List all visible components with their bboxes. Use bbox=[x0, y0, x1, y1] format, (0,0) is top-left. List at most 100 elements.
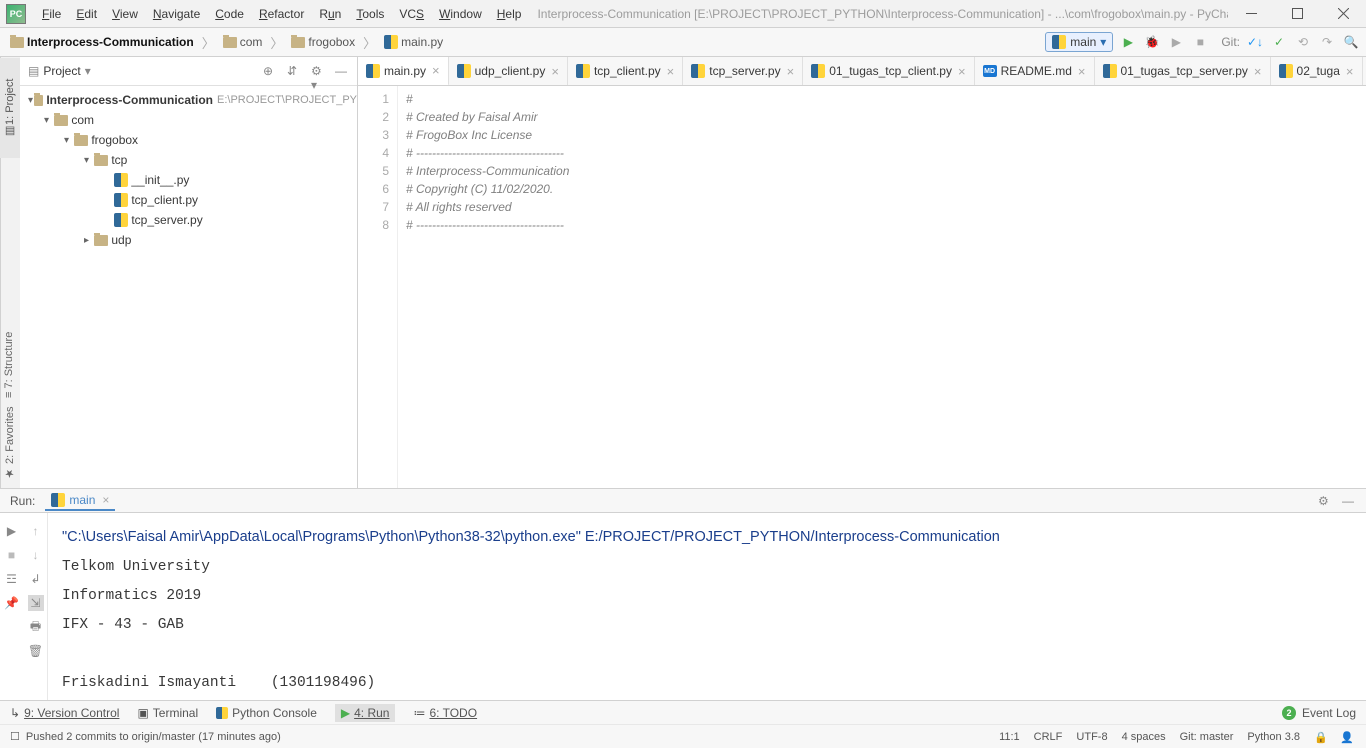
menu-tools[interactable]: Tools bbox=[350, 5, 390, 23]
minimize-button[interactable] bbox=[1228, 0, 1274, 28]
inspector-icon[interactable]: 👤 bbox=[1340, 731, 1356, 743]
revert-button[interactable]: ↷ bbox=[1318, 33, 1336, 51]
editor-tab[interactable]: 02_tuga× bbox=[1271, 57, 1363, 85]
bottom-tab-pyconsole[interactable]: Python Console bbox=[216, 706, 317, 720]
stop-button[interactable]: ■ bbox=[1191, 33, 1209, 51]
menu-help[interactable]: Help bbox=[491, 5, 528, 23]
close-icon[interactable]: × bbox=[99, 493, 109, 507]
menu-code[interactable]: Code bbox=[209, 5, 250, 23]
run-tab[interactable]: main × bbox=[45, 491, 115, 511]
search-button[interactable]: 🔍 bbox=[1342, 33, 1360, 51]
bottom-tab-vcs[interactable]: ↳9: Version Control bbox=[10, 706, 119, 720]
close-icon[interactable]: × bbox=[1078, 64, 1086, 79]
scroll-button[interactable]: ⇲ bbox=[28, 595, 44, 611]
settings-icon[interactable]: ⚙ bbox=[1318, 494, 1332, 508]
settings-icon[interactable]: ⚙ ▾ bbox=[311, 64, 325, 78]
editor-tab[interactable]: 01_tugas_tcp_client.py× bbox=[803, 57, 974, 85]
menu-vcs[interactable]: VCS bbox=[393, 5, 430, 23]
close-icon[interactable]: × bbox=[1346, 64, 1354, 79]
run-button[interactable]: ▶ bbox=[1119, 33, 1137, 51]
status-icon[interactable]: ☐ bbox=[10, 730, 20, 743]
debug-button[interactable]: 🐞 bbox=[1143, 33, 1161, 51]
history-button[interactable]: ⟲ bbox=[1294, 33, 1312, 51]
left-tab-project[interactable]: ▤ 1: Project bbox=[0, 58, 20, 158]
wrap-button[interactable]: ↲ bbox=[28, 571, 44, 587]
layout-button[interactable]: ☲ bbox=[4, 571, 20, 587]
stop-button[interactable]: ■ bbox=[4, 547, 20, 563]
bottom-tab-eventlog[interactable]: Event Log bbox=[1302, 706, 1356, 720]
tree-folder-udp[interactable]: ▸ udp bbox=[20, 230, 357, 250]
breadcrumb-file[interactable]: main.py bbox=[380, 33, 447, 51]
menu-window[interactable]: Window bbox=[433, 5, 488, 23]
tab-label: README.md bbox=[1001, 64, 1072, 78]
project-panel-title[interactable]: Project bbox=[43, 64, 80, 78]
close-icon[interactable]: × bbox=[432, 63, 440, 78]
editor-tab[interactable]: tcp_server.py× bbox=[683, 57, 803, 85]
expand-icon[interactable]: ▾ bbox=[64, 135, 74, 146]
up-button[interactable]: ↑ bbox=[28, 523, 44, 539]
tree-file[interactable]: tcp_client.py bbox=[20, 190, 357, 210]
lock-icon[interactable]: 🔒 bbox=[1314, 731, 1326, 743]
print-button[interactable]: 🖶 bbox=[28, 619, 44, 635]
line-separator[interactable]: CRLF bbox=[1034, 731, 1063, 743]
update-project-button[interactable]: ✓↓ bbox=[1246, 33, 1264, 51]
breadcrumb-item[interactable]: com bbox=[219, 33, 267, 51]
close-icon[interactable]: × bbox=[1254, 64, 1262, 79]
editor-tab[interactable]: 01_tugas_tcp_server.py × bbox=[1095, 57, 1271, 85]
console-output[interactable]: "C:\Users\Faisal Amir\AppData\Local\Prog… bbox=[48, 513, 1366, 700]
hide-icon[interactable]: — bbox=[1342, 494, 1356, 508]
code-editor[interactable]: ## Created by Faisal Amir# FrogoBox Inc … bbox=[398, 86, 1366, 488]
chevron-down-icon[interactable]: ▾ bbox=[85, 64, 91, 78]
expand-icon[interactable]: ▾ bbox=[44, 115, 54, 126]
close-icon[interactable]: × bbox=[551, 64, 559, 79]
breadcrumb-item[interactable]: frogobox bbox=[287, 33, 359, 51]
menu-edit[interactable]: Edit bbox=[70, 5, 103, 23]
breadcrumb-root[interactable]: Interprocess-Communication bbox=[6, 33, 198, 51]
run-with-coverage-button[interactable]: ▶ bbox=[1167, 33, 1185, 51]
tree-folder-frogobox[interactable]: ▾ frogobox bbox=[20, 130, 357, 150]
menu-refactor[interactable]: Refactor bbox=[253, 5, 310, 23]
rerun-button[interactable]: ▶ bbox=[4, 523, 20, 539]
tab-label: 01_tugas_tcp_server.py bbox=[1121, 64, 1248, 78]
menu-run[interactable]: Run bbox=[313, 5, 347, 23]
close-button[interactable] bbox=[1320, 0, 1366, 28]
encoding[interactable]: UTF-8 bbox=[1076, 731, 1107, 743]
down-button[interactable]: ↓ bbox=[28, 547, 44, 563]
tree-folder-com[interactable]: ▾ com bbox=[20, 110, 357, 130]
git-branch[interactable]: Git: master bbox=[1180, 731, 1234, 743]
run-configuration-selector[interactable]: main ▾ bbox=[1045, 32, 1113, 52]
tree-file[interactable]: tcp_server.py bbox=[20, 210, 357, 230]
breadcrumb-label: com bbox=[240, 35, 263, 49]
cursor-position[interactable]: 11:1 bbox=[999, 731, 1020, 743]
menu-file[interactable]: File bbox=[36, 5, 67, 23]
commit-button[interactable]: ✓ bbox=[1270, 33, 1288, 51]
close-icon[interactable]: × bbox=[787, 64, 795, 79]
tree-file[interactable]: __init__.py bbox=[20, 170, 357, 190]
tree-folder-tcp[interactable]: ▾ tcp bbox=[20, 150, 357, 170]
collapse-icon[interactable]: ⇵ bbox=[287, 64, 301, 78]
bottom-tab-run[interactable]: ▶4: Run bbox=[335, 704, 396, 722]
menu-navigate[interactable]: Navigate bbox=[147, 5, 206, 23]
trash-button[interactable]: 🗑 bbox=[28, 643, 44, 659]
menu-view[interactable]: View bbox=[106, 5, 144, 23]
left-tab-favorites[interactable]: ★ 2: Favorites bbox=[3, 406, 18, 480]
editor-tab[interactable]: udp_client.py× bbox=[449, 57, 568, 85]
editor-tab[interactable]: MDREADME.md× bbox=[975, 57, 1095, 85]
editor-tab[interactable]: tcp_client.py× bbox=[568, 57, 683, 85]
pin-button[interactable]: 📌 bbox=[4, 595, 20, 611]
locate-icon[interactable]: ⊕ bbox=[263, 64, 277, 78]
hide-icon[interactable]: — bbox=[335, 64, 349, 78]
python-interpreter[interactable]: Python 3.8 bbox=[1247, 731, 1300, 743]
close-icon[interactable]: × bbox=[667, 64, 675, 79]
tree-root[interactable]: ▾ Interprocess-Communication E:\PROJECT\… bbox=[20, 90, 357, 110]
indent[interactable]: 4 spaces bbox=[1122, 731, 1166, 743]
tree-label: com bbox=[71, 113, 94, 127]
maximize-button[interactable] bbox=[1274, 0, 1320, 28]
bottom-tab-terminal[interactable]: ▣Terminal bbox=[137, 706, 198, 720]
collapse-icon[interactable]: ▸ bbox=[84, 235, 94, 246]
left-tab-structure[interactable]: ≡ 7: Structure bbox=[3, 332, 18, 398]
expand-icon[interactable]: ▾ bbox=[84, 155, 94, 166]
editor-tab[interactable]: main.py× bbox=[358, 57, 449, 86]
close-icon[interactable]: × bbox=[958, 64, 966, 79]
bottom-tab-todo[interactable]: ≔6: TODO bbox=[413, 706, 477, 720]
